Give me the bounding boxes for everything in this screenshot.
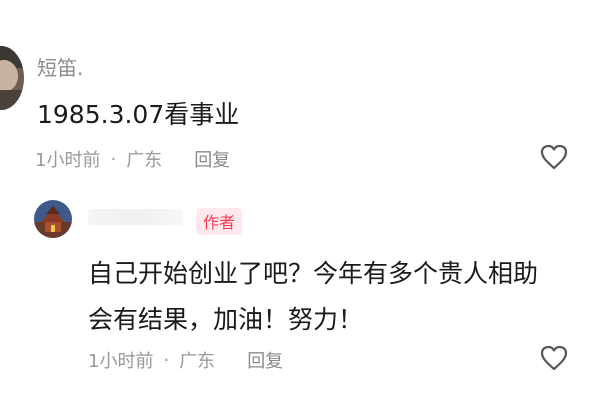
commenter-avatar[interactable] (0, 46, 24, 110)
reply-time: 1小时前 (88, 351, 154, 372)
reply-location: 广东 (179, 351, 216, 372)
comment-thread: 短笛. 1985.3.07看事业 1小时前 · 广东 回复 作者 自己开始创业了… (0, 0, 600, 400)
like-heart-svg (540, 345, 568, 371)
commenter-username[interactable]: 短笛. (37, 52, 83, 81)
author-name-redacted (88, 209, 183, 225)
comment-location: 广东 (126, 150, 163, 171)
heart-outline-icon[interactable] (540, 144, 568, 170)
author-badge: 作者 (196, 208, 243, 235)
reply-text-line-2: 会有结果，加油！努力！ (88, 305, 364, 334)
reply-meta: 1小时前 · 广东 回复 (88, 347, 283, 373)
reply-text-line-1: 自己开始创业了吧？今年有多个贵人相助 (88, 259, 539, 288)
comment-meta: 1小时前 · 广东 回复 (35, 146, 230, 172)
heart-outline-icon[interactable] (540, 345, 568, 371)
like-heart-svg (540, 144, 568, 170)
meta-separator: · (163, 349, 170, 371)
comment-time: 1小时前 (35, 150, 101, 171)
reply-button[interactable]: 回复 (194, 146, 230, 172)
meta-separator: · (110, 148, 117, 170)
author-avatar-image (34, 200, 72, 238)
author-avatar[interactable] (34, 200, 72, 238)
comment-text: 1985.3.07看事业 (37, 100, 240, 129)
reply-button[interactable]: 回复 (247, 347, 283, 373)
commenter-avatar-image (0, 46, 24, 110)
